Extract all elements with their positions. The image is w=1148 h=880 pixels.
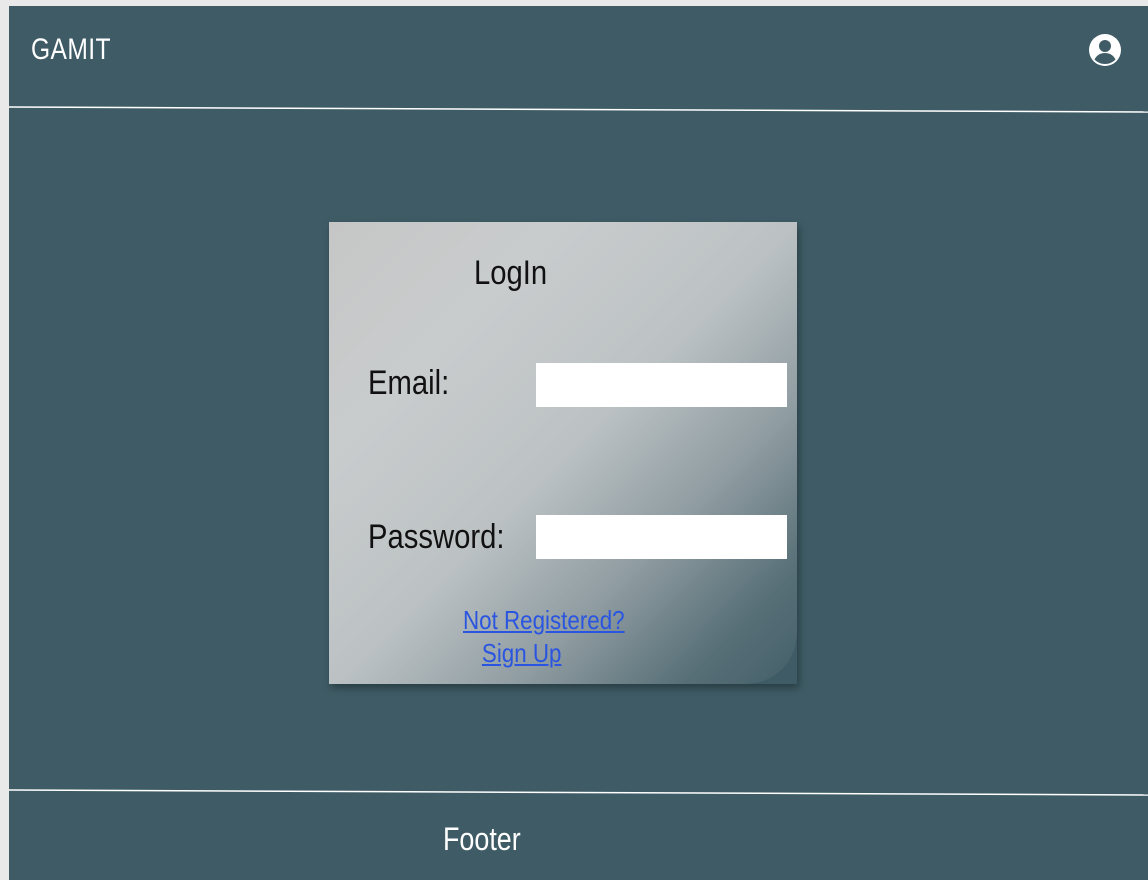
not-registered-link[interactable]: Not Registered? bbox=[463, 604, 625, 637]
sign-up-link[interactable]: Sign Up bbox=[463, 637, 625, 670]
footer-divider bbox=[9, 789, 1148, 796]
email-field[interactable] bbox=[536, 363, 787, 407]
footer-text: Footer bbox=[443, 821, 521, 857]
login-title: LogIn bbox=[474, 254, 548, 292]
user-circle-icon[interactable] bbox=[1089, 34, 1121, 66]
header-divider bbox=[9, 106, 1148, 113]
login-card: LogIn Email: Password: Not Registered? S… bbox=[329, 222, 797, 684]
password-field[interactable] bbox=[536, 515, 787, 559]
email-label: Email: bbox=[368, 364, 450, 402]
register-links: Not Registered? Sign Up bbox=[463, 604, 625, 670]
password-label: Password: bbox=[368, 518, 505, 556]
app-container: GAMIT LogIn Email: Password: Not Registe… bbox=[9, 6, 1148, 880]
brand-title: GAMIT bbox=[31, 33, 111, 66]
header: GAMIT bbox=[9, 6, 1148, 110]
